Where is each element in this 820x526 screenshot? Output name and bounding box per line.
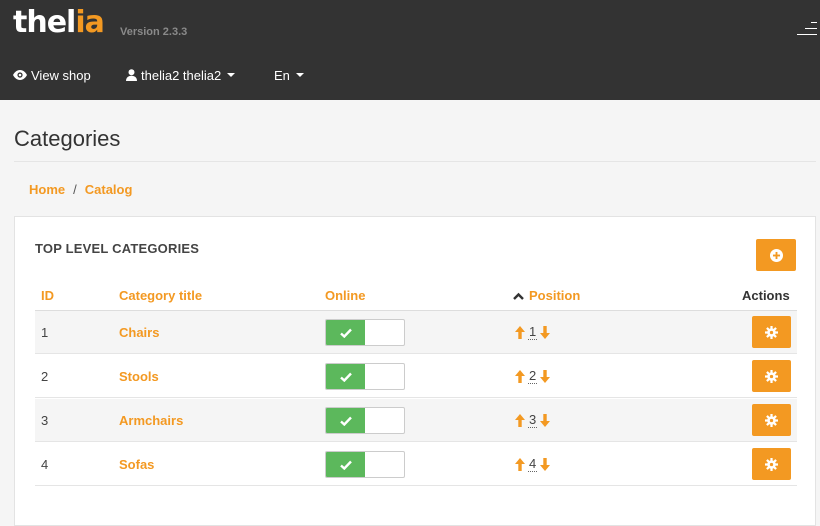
arrow-up-icon[interactable] bbox=[515, 458, 525, 471]
table-header: ID Category title Online Position Action… bbox=[35, 287, 797, 311]
column-id[interactable]: ID bbox=[41, 287, 54, 305]
breadcrumb-separator: / bbox=[73, 182, 77, 197]
plus-circle-icon bbox=[769, 248, 783, 262]
user-menu[interactable]: thelia2 thelia2 bbox=[126, 62, 236, 88]
menu-toggle-icon[interactable] bbox=[797, 20, 817, 36]
position-control: 4 bbox=[515, 443, 551, 486]
position-value[interactable]: 2 bbox=[528, 369, 538, 384]
check-icon bbox=[339, 416, 352, 426]
category-actions-button[interactable] bbox=[752, 316, 791, 348]
title-divider bbox=[14, 161, 816, 162]
online-toggle[interactable] bbox=[325, 363, 405, 390]
position-value[interactable]: 3 bbox=[528, 413, 538, 428]
arrow-down-icon[interactable] bbox=[540, 370, 551, 383]
gear-icon bbox=[765, 457, 778, 471]
category-actions-button[interactable] bbox=[752, 448, 791, 480]
category-title-link[interactable]: Armchairs bbox=[119, 399, 183, 442]
chevron-up-icon bbox=[513, 292, 524, 300]
gear-icon bbox=[765, 325, 778, 339]
arrow-up-icon[interactable] bbox=[515, 370, 525, 383]
position-control: 2 bbox=[515, 355, 551, 398]
category-title-link[interactable]: Sofas bbox=[119, 443, 154, 486]
online-toggle[interactable] bbox=[325, 451, 405, 478]
arrow-down-icon[interactable] bbox=[540, 326, 551, 339]
check-icon bbox=[339, 460, 352, 470]
check-icon bbox=[339, 328, 352, 338]
breadcrumb-catalog[interactable]: Catalog bbox=[85, 182, 133, 197]
user-icon bbox=[126, 69, 137, 81]
check-icon bbox=[339, 372, 352, 382]
position-control: 3 bbox=[515, 399, 551, 442]
category-title-link[interactable]: Chairs bbox=[119, 311, 159, 354]
language-menu[interactable]: En bbox=[274, 62, 304, 88]
gear-icon bbox=[765, 413, 778, 427]
online-toggle[interactable] bbox=[325, 407, 405, 434]
add-category-button[interactable] bbox=[756, 239, 796, 271]
position-value[interactable]: 1 bbox=[528, 325, 538, 340]
categories-panel: TOP LEVEL CATEGORIES ID Category title O… bbox=[14, 216, 816, 526]
category-id: 2 bbox=[41, 369, 49, 384]
view-shop-label: View shop bbox=[31, 67, 91, 83]
logo-text-main: thel bbox=[13, 5, 76, 40]
version-label: Version 2.3.3 bbox=[120, 26, 188, 38]
page-title: Categories bbox=[14, 126, 121, 151]
table-row: 3 Armchairs 3 bbox=[35, 399, 797, 442]
column-title[interactable]: Category title bbox=[119, 287, 202, 305]
breadcrumb: Home / Catalog bbox=[29, 182, 132, 197]
eye-icon bbox=[13, 70, 27, 80]
position-value[interactable]: 4 bbox=[528, 457, 538, 472]
arrow-up-icon[interactable] bbox=[515, 326, 525, 339]
column-online[interactable]: Online bbox=[325, 287, 365, 305]
chevron-down-icon bbox=[227, 73, 236, 77]
online-toggle[interactable] bbox=[325, 319, 405, 346]
category-actions-button[interactable] bbox=[752, 404, 791, 436]
panel-title: TOP LEVEL CATEGORIES bbox=[35, 241, 200, 256]
category-id: 3 bbox=[41, 413, 49, 428]
chevron-down-icon bbox=[295, 73, 304, 77]
position-control: 1 bbox=[515, 311, 551, 354]
arrow-up-icon[interactable] bbox=[515, 414, 525, 427]
category-id: 4 bbox=[41, 457, 49, 472]
view-shop-link[interactable]: View shop bbox=[13, 62, 91, 88]
top-bar: thelia Version 2.3.3 View shop thelia2 t… bbox=[0, 0, 820, 100]
column-position[interactable]: Position bbox=[513, 287, 580, 305]
arrow-down-icon[interactable] bbox=[540, 414, 551, 427]
language-label: En bbox=[274, 67, 290, 83]
arrow-down-icon[interactable] bbox=[540, 458, 551, 471]
column-position-label: Position bbox=[529, 288, 581, 303]
table-row: 2 Stools 2 bbox=[35, 355, 797, 398]
logo-text-accent: ia bbox=[75, 5, 105, 40]
column-actions: Actions bbox=[742, 288, 790, 303]
gear-icon bbox=[765, 369, 778, 383]
category-actions-button[interactable] bbox=[752, 360, 791, 392]
category-title-link[interactable]: Stools bbox=[119, 355, 159, 398]
category-id: 1 bbox=[41, 325, 49, 340]
table-row: 4 Sofas 4 bbox=[35, 443, 797, 486]
user-name: thelia2 thelia2 bbox=[141, 67, 222, 83]
breadcrumb-home[interactable]: Home bbox=[29, 182, 65, 197]
thelia-logo[interactable]: thelia bbox=[13, 5, 105, 41]
table-row: 1 Chairs 1 bbox=[35, 311, 797, 354]
